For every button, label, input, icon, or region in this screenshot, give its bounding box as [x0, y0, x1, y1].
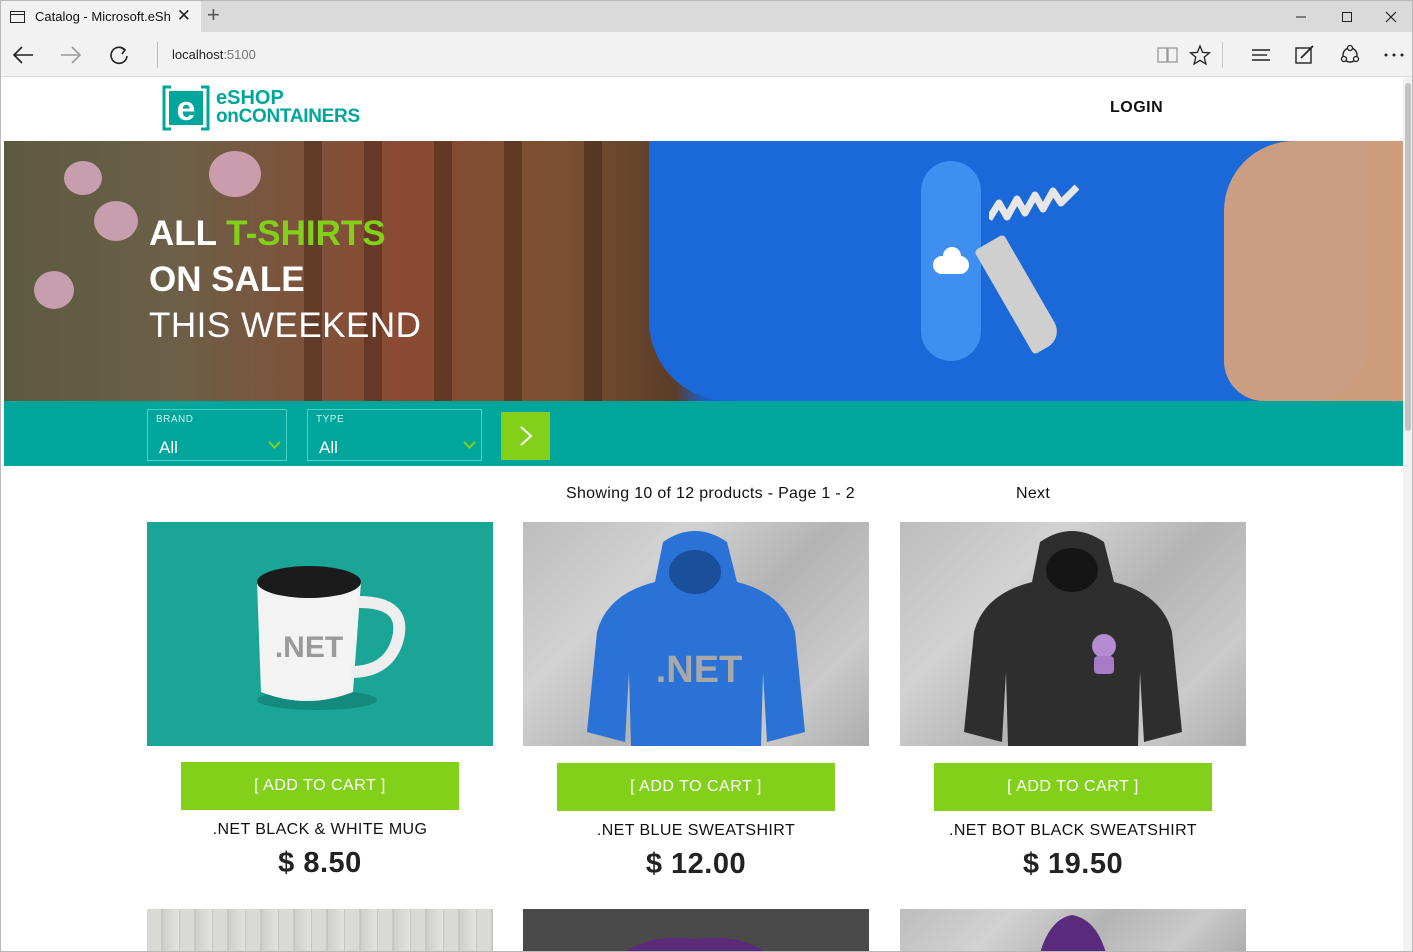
chevron-right-icon — [519, 426, 532, 446]
url-host: localhost — [172, 47, 224, 62]
hero-line-1-accent: T-SHIRTS — [226, 214, 386, 253]
hero-flower — [34, 271, 74, 309]
reading-view-icon[interactable] — [1153, 40, 1183, 70]
browser-window: Catalog - Microsoft.eSh ✕ + localhost:51… — [0, 0, 1413, 952]
eshop-logo[interactable]: e eSHOP onCONTAINERS — [162, 85, 372, 131]
brand-filter-value: All — [159, 438, 178, 457]
product-image-blue-sweatshirt[interactable]: .NET — [523, 522, 869, 746]
close-tab-icon[interactable]: ✕ — [177, 7, 191, 24]
sweatshirt-logo-text: .NET — [656, 649, 743, 691]
new-tab-icon[interactable]: + — [207, 4, 220, 26]
hero-flower — [209, 151, 261, 197]
type-filter-select[interactable]: TYPE All — [307, 409, 482, 461]
product-image-partial[interactable] — [147, 909, 493, 951]
login-link[interactable]: LOGIN — [1110, 99, 1163, 117]
hero-fence-post — [584, 141, 602, 401]
apply-filter-button[interactable] — [501, 412, 550, 460]
minimize-icon[interactable] — [1278, 1, 1324, 32]
add-to-cart-button[interactable]: [ ADD TO CART ] — [557, 763, 835, 811]
mug-image: .NET — [257, 566, 406, 710]
address-separator — [157, 42, 158, 68]
chevron-down-icon — [268, 436, 281, 449]
chevron-down-icon — [463, 436, 476, 449]
purple-shirt-image — [626, 937, 764, 951]
blue-sweatshirt-image: .NET — [587, 531, 805, 746]
address-field[interactable]: localhost:5100 — [172, 47, 256, 62]
browser-tab[interactable]: Catalog - Microsoft.eSh ✕ — [1, 1, 201, 32]
hero-line-1-white: ALL — [149, 214, 217, 253]
hero-banner: ALL T-SHIRTS ON SALE THIS WEEKEND — [4, 141, 1403, 401]
toolbar-separator — [1222, 42, 1223, 68]
logo-text-eshop: eSHOP — [216, 87, 284, 109]
hero-line-1: ALL T-SHIRTS — [149, 211, 421, 257]
hero-text: ALL T-SHIRTS ON SALE THIS WEEKEND — [149, 211, 421, 349]
tab-title: Catalog - Microsoft.eSh — [35, 9, 171, 24]
forward-icon[interactable] — [56, 40, 86, 70]
product-name: .NET BLACK & WHITE MUG — [212, 821, 428, 838]
eshop-logo-icon: e — [162, 85, 210, 131]
product-price: $ 8.50 — [278, 847, 362, 879]
product-name: .NET BLUE SWEATSHIRT — [596, 822, 796, 839]
more-icon[interactable] — [1379, 40, 1409, 70]
next-page-link[interactable]: Next — [1016, 485, 1050, 503]
hero-fence-post — [504, 141, 522, 401]
filter-bar: BRAND All TYPE All — [4, 401, 1403, 466]
type-filter-value: All — [319, 438, 338, 457]
logo-letter: e — [177, 90, 196, 128]
back-icon[interactable] — [8, 40, 38, 70]
web-note-icon[interactable] — [1290, 40, 1320, 70]
title-bar: Catalog - Microsoft.eSh ✕ + — [1, 1, 1412, 32]
mug-logo-text: .NET — [275, 631, 343, 664]
tab-page-icon — [10, 10, 25, 23]
purple-hoodie-image — [1040, 915, 1106, 951]
cloud-icon — [933, 247, 969, 274]
brand-filter-select[interactable]: BRAND All — [147, 409, 287, 461]
brand-filter-label: BRAND — [156, 414, 194, 425]
favorite-star-icon[interactable] — [1185, 40, 1215, 70]
refresh-icon[interactable] — [104, 40, 134, 70]
hero-line-3: THIS WEEKEND — [149, 306, 422, 345]
product-image-partial[interactable] — [900, 909, 1246, 951]
scrollbar-thumb[interactable] — [1405, 83, 1411, 431]
product-name: .NET BOT BLACK SWEATSHIRT — [949, 822, 1197, 839]
shop-header: e eSHOP onCONTAINERS LOGIN — [4, 77, 1403, 141]
hero-line-2: ON SALE — [149, 260, 305, 299]
black-sweatshirt-image — [964, 531, 1182, 746]
corkscrew-icon — [989, 184, 1079, 221]
product-price: $ 19.50 — [1022, 848, 1124, 880]
hero-flower — [64, 161, 102, 195]
product-price: $ 12.00 — [645, 848, 747, 880]
product-image-black-sweatshirt[interactable] — [900, 522, 1246, 746]
navigation-bar: localhost:5100 — [1, 32, 1412, 77]
hero-arm — [1224, 141, 1403, 401]
page-viewport: e eSHOP onCONTAINERS LOGIN ALL T-SHIRTS … — [4, 77, 1403, 951]
add-to-cart-button[interactable]: [ ADD TO CART ] — [181, 762, 459, 810]
hub-icon[interactable] — [1246, 40, 1276, 70]
close-window-icon[interactable] — [1368, 1, 1412, 32]
hero-fence-post — [434, 141, 452, 401]
paging-summary: Showing 10 of 12 products - Page 1 - 2 — [566, 485, 855, 502]
type-filter-label: TYPE — [316, 414, 345, 425]
page-scrollbar[interactable] — [1403, 77, 1412, 951]
product-image-partial[interactable] — [523, 909, 869, 951]
hero-flower — [94, 201, 138, 241]
maximize-icon[interactable] — [1324, 1, 1370, 32]
logo-text-oncontainers: onCONTAINERS — [216, 106, 360, 127]
product-image-mug[interactable]: .NET — [147, 522, 493, 746]
url-port: :5100 — [223, 47, 256, 62]
add-to-cart-button[interactable]: [ ADD TO CART ] — [934, 763, 1212, 811]
share-icon[interactable] — [1335, 40, 1365, 70]
